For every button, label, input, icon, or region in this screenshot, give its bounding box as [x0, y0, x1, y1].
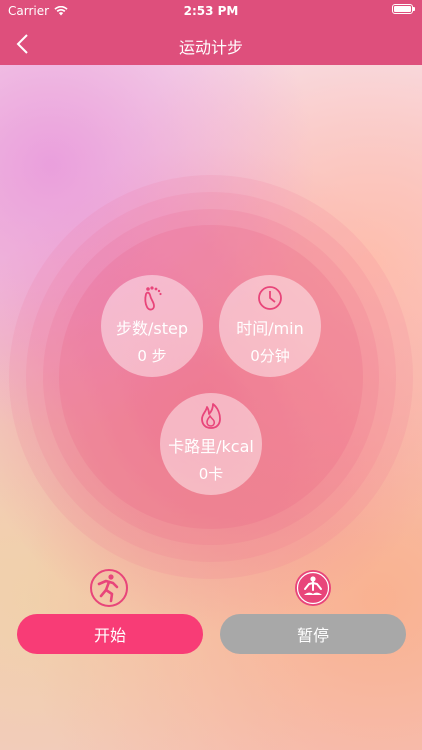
footprint-icon [144, 286, 162, 311]
status-bar: Carrier 2:53 PM [0, 0, 422, 22]
navigation-bar: 运动计步 [0, 22, 422, 65]
running-mode-button[interactable] [89, 568, 129, 608]
time-card: 时间/min 0分钟 [219, 275, 321, 377]
status-time: 2:53 PM [183, 4, 239, 18]
page-title: 运动计步 [178, 38, 243, 57]
clock-icon [258, 286, 282, 310]
step-value: 0 步 [137, 347, 167, 365]
flame-icon [201, 403, 221, 429]
time-label: 时间/min [236, 319, 304, 338]
pause-button[interactable]: 暂停 [220, 614, 406, 654]
start-button[interactable]: 开始 [17, 614, 203, 654]
meditation-mode-button[interactable] [293, 568, 333, 608]
running-person-icon [90, 569, 128, 607]
step-count-card: 步数/step 0 步 [101, 275, 203, 377]
meditation-icon [295, 570, 331, 606]
calorie-card: 卡路里/kcal 0卡 [160, 393, 262, 495]
battery-fill [394, 6, 411, 12]
calorie-label: 卡路里/kcal [168, 437, 254, 456]
calorie-value: 0卡 [198, 465, 224, 483]
battery-icon [392, 4, 415, 14]
step-label: 步数/step [115, 319, 188, 338]
time-value: 0分钟 [250, 347, 290, 365]
